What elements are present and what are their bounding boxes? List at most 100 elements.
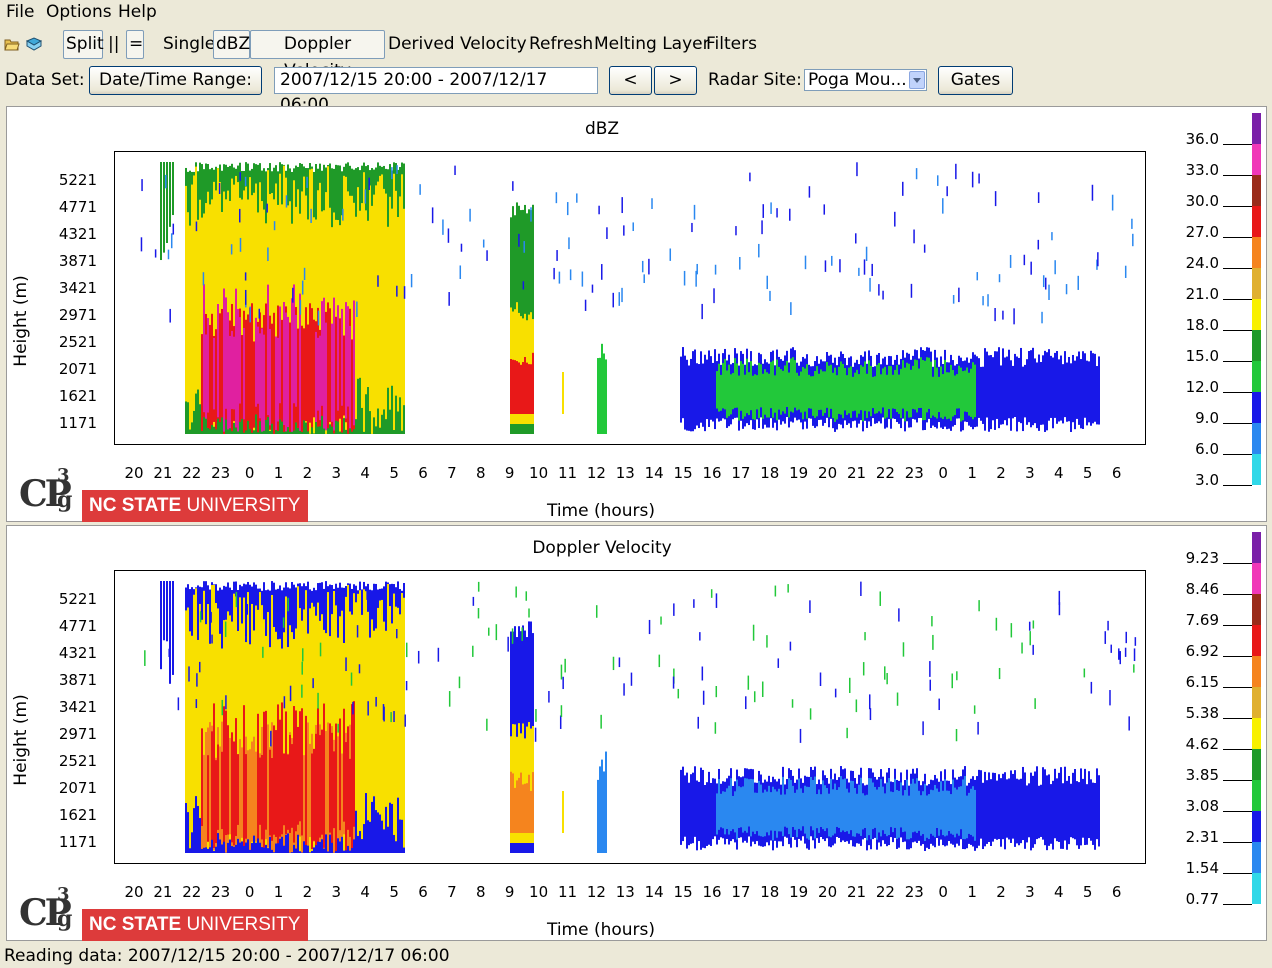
ncsu-logo-bold: NC STATE [89, 495, 182, 516]
y-tick-label: 1621 [58, 387, 97, 405]
x-tick-label: 6 [1111, 464, 1122, 482]
colorbar-label: 3.0 [1195, 471, 1219, 489]
colorbar-label: 33.0 [1185, 161, 1219, 179]
colorbar-tick [1223, 454, 1252, 455]
doppler-velocity-button[interactable]: Doppler Velocity [250, 30, 385, 81]
dataset-label: Data Set: [5, 70, 85, 90]
x-tick-label: 19 [789, 464, 809, 482]
x-tick-label: 10 [529, 883, 549, 901]
x-tick-label: 8 [476, 464, 486, 482]
colorbar-label: 7.69 [1185, 611, 1219, 629]
colorbar-swatch [1252, 780, 1261, 811]
y-tick-label: 3421 [58, 279, 97, 297]
menu-options[interactable]: Options [46, 2, 112, 22]
colorbar-tick [1223, 392, 1252, 393]
x-tick-label: 13 [615, 464, 635, 482]
y-tick-label: 4771 [58, 198, 97, 216]
open-book-icon[interactable] [26, 36, 42, 52]
chevron-down-icon[interactable] [909, 71, 925, 89]
y-tick-label: 2521 [58, 752, 97, 770]
menu-file[interactable]: File [6, 2, 34, 22]
colorbar-tick [1223, 749, 1252, 750]
colorbar-label: 18.0 [1185, 316, 1219, 334]
equals-button[interactable]: = [126, 30, 144, 59]
menu-help[interactable]: Help [118, 2, 157, 22]
derived-velocity-button[interactable]: Derived Velocity [388, 33, 527, 56]
next-button[interactable]: > [654, 66, 697, 95]
x-tick-label: 6 [418, 464, 428, 482]
open-folder-icon[interactable] [4, 36, 20, 52]
date-range-field[interactable]: 2007/12/15 20:00 - 2007/12/17 06:00 [274, 67, 598, 115]
y-tick-label: 2971 [58, 725, 97, 743]
y-tick-label: 4321 [58, 225, 97, 243]
x-tick-label: 1 [967, 883, 977, 901]
colorbar-swatch [1252, 268, 1261, 299]
colorbar-label: 5.38 [1185, 704, 1219, 722]
colorbar-label: 24.0 [1185, 254, 1219, 272]
y-axis-label: Height (m) [11, 694, 31, 786]
colorbar-swatch [1252, 237, 1261, 268]
date-time-range-button[interactable]: Date/Time Range: [89, 66, 262, 95]
x-tick-label: 8 [476, 883, 486, 901]
colorbar-swatch [1252, 656, 1261, 687]
prev-button[interactable]: < [609, 66, 652, 95]
doppler-plot-area[interactable] [114, 570, 1146, 864]
colorbar-tick [1223, 873, 1252, 874]
x-tick-label: 2 [996, 883, 1006, 901]
single-button[interactable]: Single [163, 33, 215, 56]
colorbar-tick [1223, 842, 1252, 843]
radar-site-select[interactable]: Poga Mou... [804, 69, 927, 91]
x-tick-label: 14 [644, 464, 664, 482]
x-tick-label: 3 [331, 464, 342, 482]
x-tick-label: 5 [389, 464, 399, 482]
colorbar-swatch [1252, 532, 1261, 563]
x-tick-label: 23 [211, 464, 231, 482]
doppler-velocity-panel: Doppler Velocity Height (m) 5221 4771 4321… [6, 525, 1267, 941]
colorbar-swatch [1252, 718, 1261, 749]
colorbar-tick [1223, 656, 1252, 657]
colorbar-swatch [1252, 811, 1261, 842]
colorbar-label: 4.62 [1185, 735, 1219, 753]
y-tick-label: 2971 [58, 306, 97, 324]
y-axis-label: Height (m) [11, 275, 31, 367]
parallel-button[interactable]: || [108, 33, 119, 56]
colorbar-tick [1223, 904, 1252, 905]
colorbar-tick [1223, 687, 1252, 688]
colorbar-tick [1223, 718, 1252, 719]
dbz-plot-area[interactable] [114, 151, 1146, 445]
x-tick-label: 3 [331, 883, 342, 901]
refresh-button[interactable]: Refresh [529, 33, 593, 56]
colorbar-tick [1223, 423, 1252, 424]
colorbar-tick [1223, 625, 1252, 626]
x-tick-label: 22 [182, 883, 202, 901]
colorbar-tick [1223, 780, 1252, 781]
y-tick-label: 2521 [58, 333, 97, 351]
ncsu-logo: NC STATE UNIVERSITY [82, 490, 308, 522]
x-tick-label: 5 [1082, 464, 1093, 482]
colorbar-label: 21.0 [1185, 285, 1219, 303]
colorbar-tick [1223, 811, 1252, 812]
colorbar-swatch [1252, 113, 1261, 144]
x-tick-label: 22 [875, 464, 895, 482]
y-tick-label: 4321 [58, 644, 97, 662]
menu-bar: File Options Help [0, 0, 1272, 27]
y-tick-label: 2071 [58, 360, 97, 378]
filters-button[interactable]: Filters [706, 33, 757, 56]
y-tick-label: 3871 [58, 252, 97, 270]
melting-layer-button[interactable]: Melting Layer [594, 33, 710, 56]
x-tick-label: 2 [302, 464, 313, 482]
colorbar-tick [1223, 144, 1252, 145]
x-tick-label: 20 [124, 883, 144, 901]
x-tick-label: 1 [273, 464, 284, 482]
ncsu-logo: NC STATE UNIVERSITY [82, 909, 308, 941]
colorbar-label: 0.77 [1185, 890, 1219, 908]
x-tick-label: 1 [967, 464, 977, 482]
colorbar-tick [1223, 361, 1252, 362]
dbz-button[interactable]: dBZ [213, 30, 250, 59]
split-button[interactable]: Split [63, 30, 104, 59]
colorbar-swatch [1252, 687, 1261, 718]
x-tick-label: 21 [846, 883, 867, 901]
x-tick-label: 21 [153, 464, 173, 482]
gates-button[interactable]: Gates [938, 66, 1013, 95]
y-tick-label: 3421 [58, 698, 97, 716]
